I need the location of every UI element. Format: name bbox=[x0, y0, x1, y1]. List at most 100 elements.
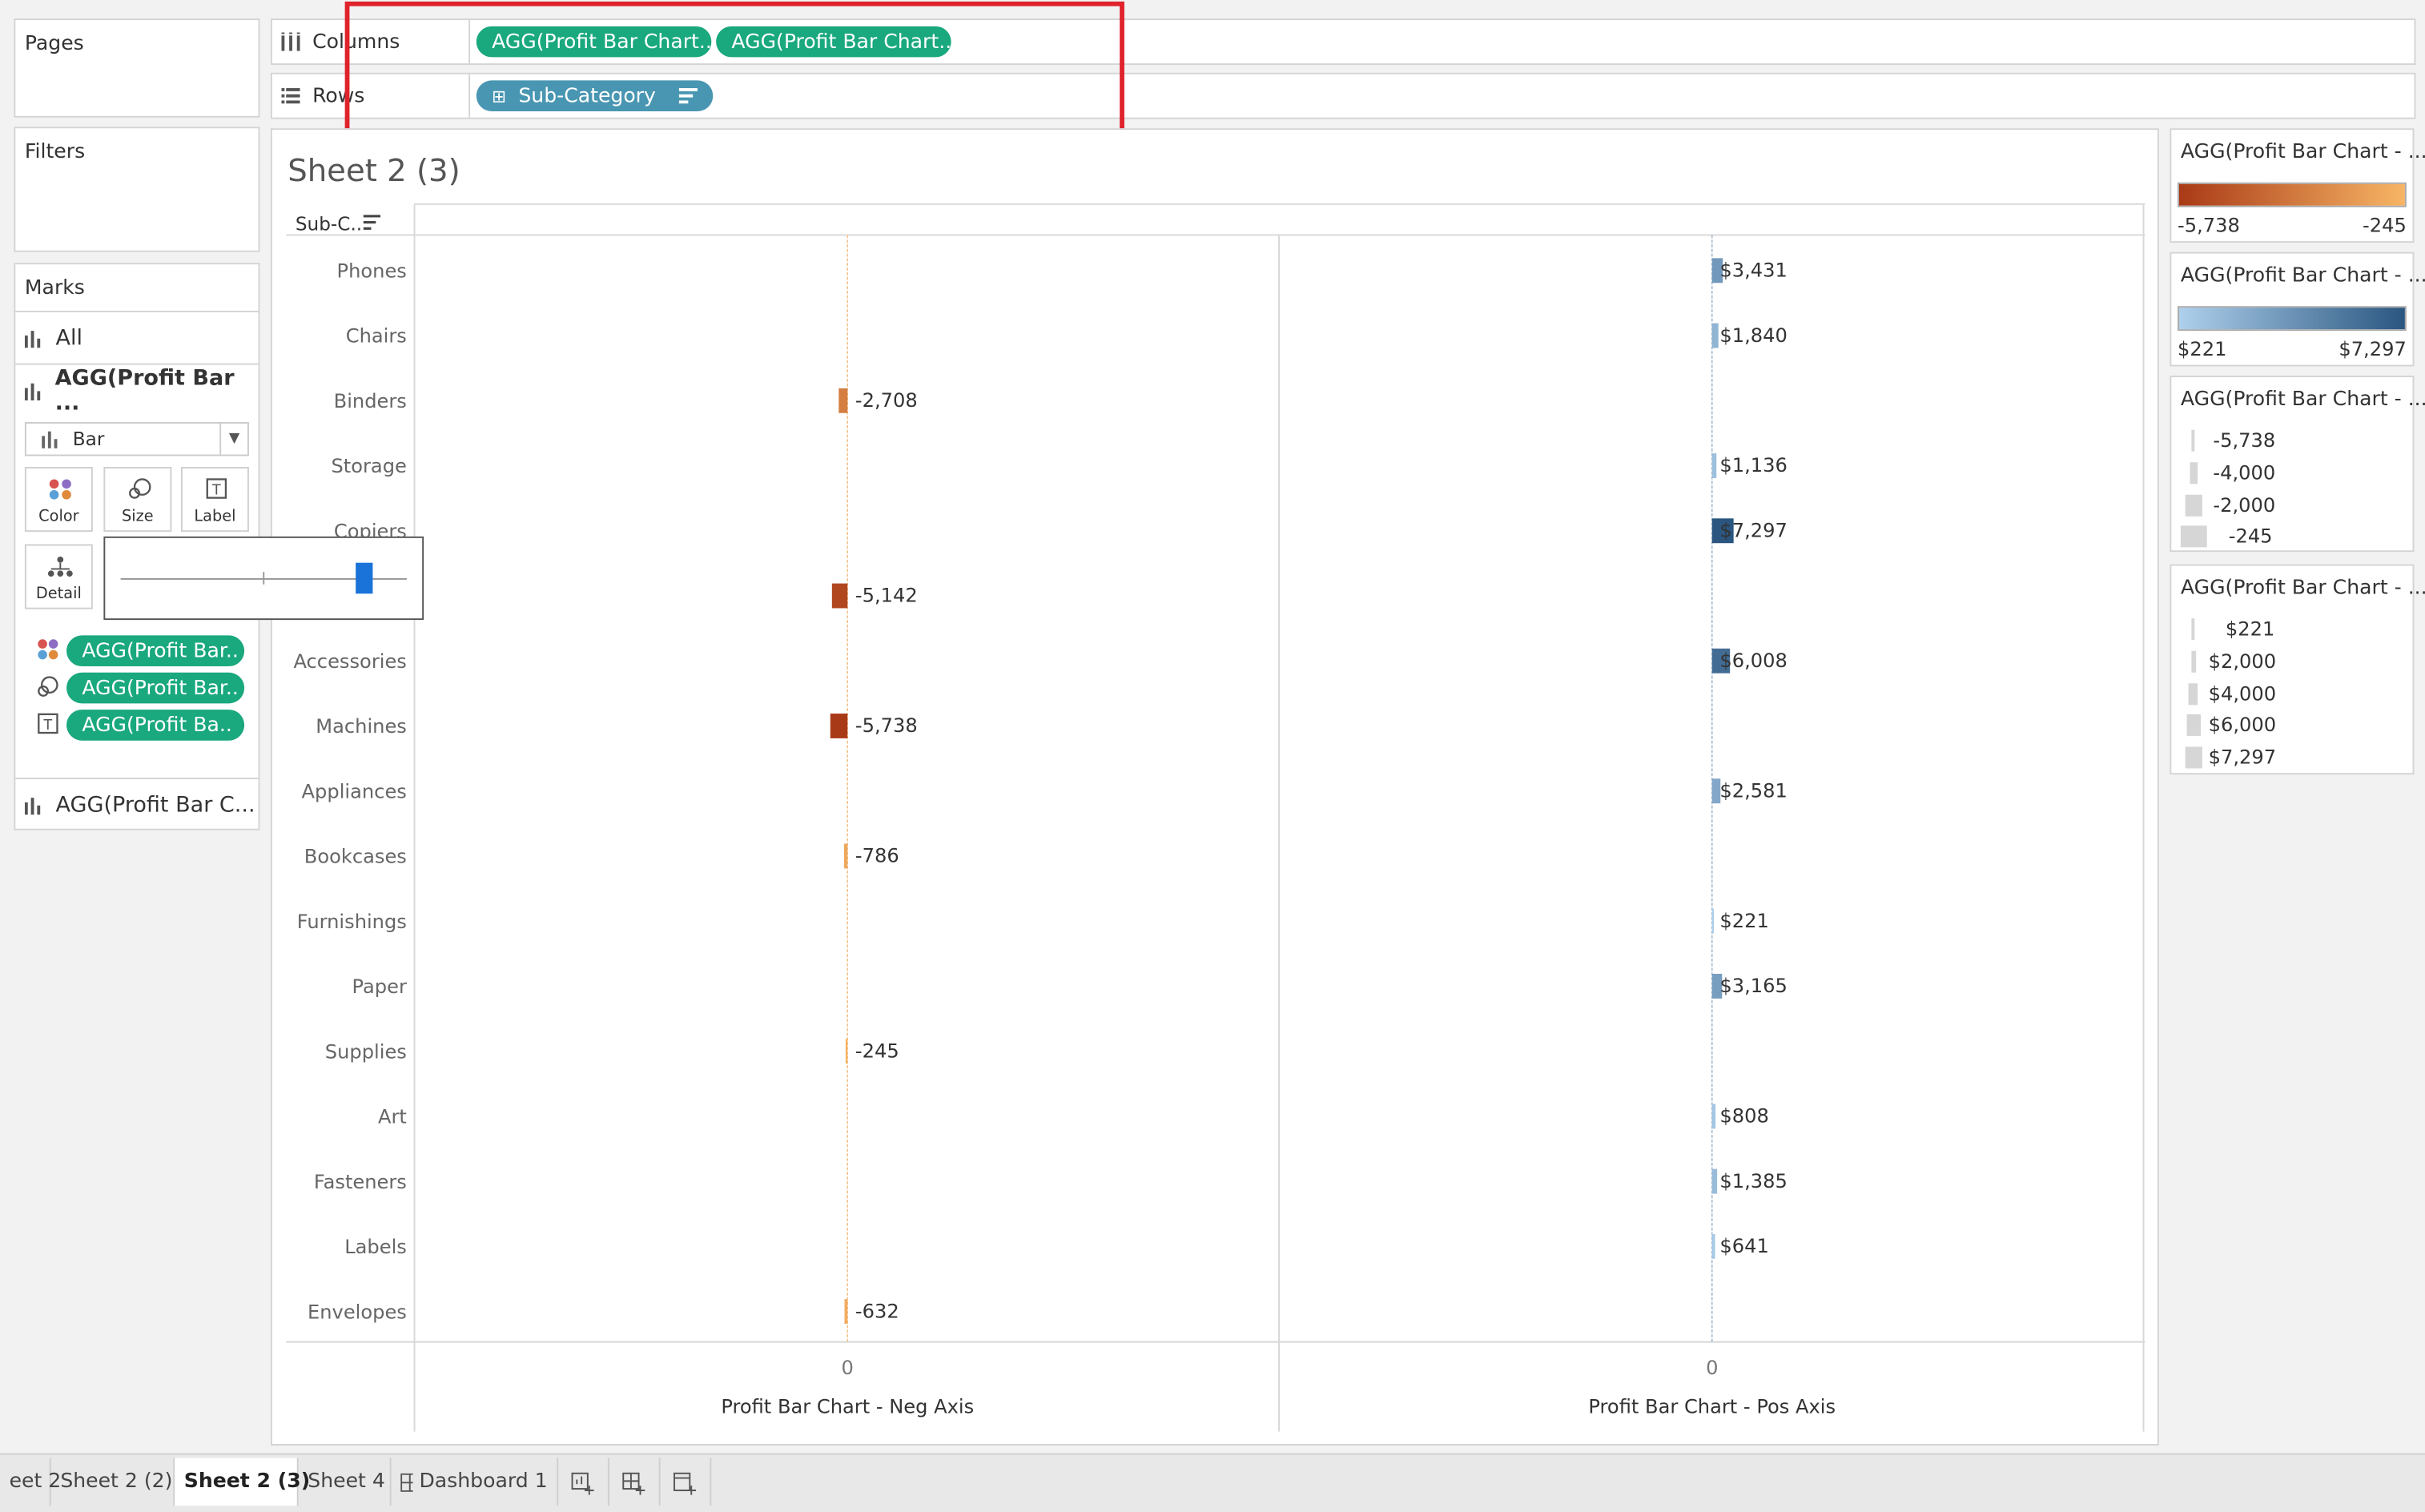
data-label: $3,165 bbox=[1719, 975, 1787, 997]
marks-title: Marks bbox=[24, 276, 85, 300]
color-legend-pos-max: $7,297 bbox=[2339, 336, 2407, 360]
color-legend-neg[interactable]: AGG(Profit Bar Chart - ... -5,738 -245 bbox=[2170, 128, 2425, 243]
category-label: Phones bbox=[337, 260, 407, 283]
new-worksheet-icon bbox=[571, 1471, 594, 1494]
tab-sheet-4[interactable]: Sheet 4 bbox=[299, 1458, 392, 1506]
size-swatch bbox=[2188, 682, 2198, 705]
bar-mark bbox=[1711, 1233, 1715, 1259]
detail-hierarchy-icon bbox=[47, 556, 73, 577]
data-label: $641 bbox=[1719, 1235, 1768, 1257]
size-swatch bbox=[2190, 650, 2196, 673]
category-label: Chairs bbox=[346, 325, 407, 348]
mark-type-value: Bar bbox=[72, 428, 105, 450]
bar-mark bbox=[1711, 453, 1717, 478]
size-legend-item: -5,738 bbox=[2171, 427, 2403, 455]
slider-tick bbox=[263, 572, 265, 585]
size-legend-neg-title: AGG(Profit Bar Chart - ... bbox=[2180, 388, 2425, 412]
sort-descending-icon[interactable] bbox=[363, 215, 381, 230]
bar-mark bbox=[1711, 1168, 1718, 1194]
data-label: $1,136 bbox=[1719, 454, 1787, 477]
new-worksheet-button[interactable] bbox=[558, 1458, 609, 1506]
data-label: $1,840 bbox=[1719, 324, 1787, 347]
tab-sheet-2-2[interactable]: Sheet 2 (2) bbox=[51, 1458, 175, 1506]
filters-card[interactable]: Filters bbox=[14, 127, 260, 252]
rows-icon bbox=[281, 88, 300, 104]
marks-header: Marks bbox=[15, 264, 259, 312]
marks-pos-row[interactable]: AGG(Profit Bar C... bbox=[15, 778, 259, 830]
size-legend-value: -4,000 bbox=[2213, 460, 2276, 484]
size-legend-value: -5,738 bbox=[2213, 428, 2276, 452]
color-button[interactable]: Color bbox=[24, 467, 93, 533]
data-label: $2,581 bbox=[1719, 779, 1787, 802]
marks-neg-row[interactable]: AGG(Profit Bar ... bbox=[15, 365, 258, 418]
category-label: Accessories bbox=[293, 650, 406, 673]
pages-title: Pages bbox=[24, 32, 84, 56]
bar-chart[interactable]: Sub-C.. PhonesChairsBindersStorageCopier… bbox=[272, 130, 2161, 1447]
marks-all-row[interactable]: All bbox=[15, 312, 259, 365]
size-legend-item: -2,000 bbox=[2171, 491, 2403, 519]
size-legend-value: -245 bbox=[2228, 525, 2273, 549]
size-legend-item: $4,000 bbox=[2171, 680, 2403, 708]
new-story-button[interactable] bbox=[661, 1458, 712, 1506]
tab-sheet-2[interactable]: eet 2 bbox=[0, 1458, 61, 1506]
pages-card[interactable]: Pages bbox=[14, 18, 260, 118]
color-pill[interactable]: AGG(Profit Bar.. bbox=[66, 635, 245, 667]
size-legend-pos[interactable]: AGG(Profit Bar Chart - ... $221 $2,000 $4,… bbox=[2170, 564, 2425, 775]
category-label: Paper bbox=[352, 975, 407, 998]
size-legend-pos-title: AGG(Profit Bar Chart - ... bbox=[2180, 577, 2425, 601]
size-swatch bbox=[2191, 429, 2195, 452]
size-button[interactable]: Size bbox=[103, 467, 172, 533]
label-pill[interactable]: AGG(Profit Ba.. bbox=[66, 710, 245, 741]
data-label: $221 bbox=[1719, 910, 1768, 932]
worksheet-view: Sheet 2 (3) Sub-C.. Phones Chairs Binders S… bbox=[270, 128, 2161, 1447]
size-pill[interactable]: AGG(Profit Bar.. bbox=[66, 672, 245, 704]
color-legend-neg-max: -245 bbox=[2363, 213, 2407, 237]
category-label: Envelopes bbox=[308, 1301, 407, 1323]
new-dashboard-button[interactable] bbox=[609, 1458, 661, 1506]
new-dashboard-icon bbox=[622, 1471, 645, 1494]
size-circles-icon bbox=[129, 478, 151, 499]
color-legend-pos-min: $221 bbox=[2178, 336, 2227, 360]
size-legend-item: $221 bbox=[2171, 615, 2403, 643]
bar-chart-icon bbox=[24, 330, 41, 348]
color-button-label: Color bbox=[38, 509, 79, 526]
label-button[interactable]: T Label bbox=[180, 467, 249, 533]
category-label: Binders bbox=[334, 390, 407, 412]
size-swatch bbox=[2189, 461, 2198, 484]
size-legend-item: $7,297 bbox=[2171, 744, 2403, 772]
bar-mark bbox=[1711, 323, 1719, 348]
size-legend-neg[interactable]: AGG(Profit Bar Chart - ... -5,738 -4,000 -… bbox=[2170, 376, 2425, 553]
filters-title: Filters bbox=[24, 140, 86, 164]
color-ramp-pos bbox=[2178, 306, 2407, 332]
color-ramp-neg bbox=[2178, 182, 2407, 207]
size-button-label: Size bbox=[122, 509, 154, 526]
axis-title: Profit Bar Chart - Neg Axis bbox=[721, 1395, 974, 1418]
data-label: -632 bbox=[855, 1300, 899, 1322]
data-label: $3,431 bbox=[1719, 259, 1787, 282]
color-legend-neg-min: -5,738 bbox=[2178, 213, 2240, 237]
columns-icon bbox=[281, 32, 300, 51]
subcategory-header[interactable]: Sub-C.. bbox=[296, 215, 362, 235]
sheet-tab-bar: eet 2 Sheet 2 (2) Sheet 2 (3) Sheet 4 Da… bbox=[0, 1453, 2425, 1512]
detail-button[interactable]: Detail bbox=[24, 544, 93, 609]
tab-dashboard-1[interactable]: Dashboard 1 bbox=[392, 1458, 559, 1506]
label-button-label: Label bbox=[194, 509, 236, 526]
color-legend-neg-title: AGG(Profit Bar Chart - ... bbox=[2180, 140, 2425, 164]
size-swatch bbox=[2186, 714, 2201, 737]
bar-mark bbox=[844, 1299, 848, 1325]
data-label: -5,142 bbox=[855, 585, 918, 607]
mark-type-select[interactable]: Bar ▼ bbox=[24, 422, 249, 456]
bar-mark bbox=[1711, 908, 1715, 934]
chevron-down-icon[interactable]: ▼ bbox=[219, 423, 247, 455]
tab-sheet-2-3[interactable]: Sheet 2 (3) bbox=[175, 1458, 310, 1506]
data-label: $6,008 bbox=[1719, 649, 1787, 672]
color-legend-pos[interactable]: AGG(Profit Bar Chart - ... $221 $7,297 bbox=[2170, 251, 2425, 367]
category-label: Furnishings bbox=[297, 911, 407, 933]
tableau-workspace: Pages Filters Marks All AGG(Profit Bar .… bbox=[0, 0, 2425, 1512]
slider-thumb[interactable] bbox=[356, 562, 373, 594]
size-swatch bbox=[2184, 493, 2202, 516]
category-label: Appliances bbox=[302, 780, 407, 802]
marks-all-label: All bbox=[55, 325, 83, 351]
text-label-icon: T bbox=[206, 478, 227, 499]
size-legend-item: -4,000 bbox=[2171, 459, 2403, 487]
